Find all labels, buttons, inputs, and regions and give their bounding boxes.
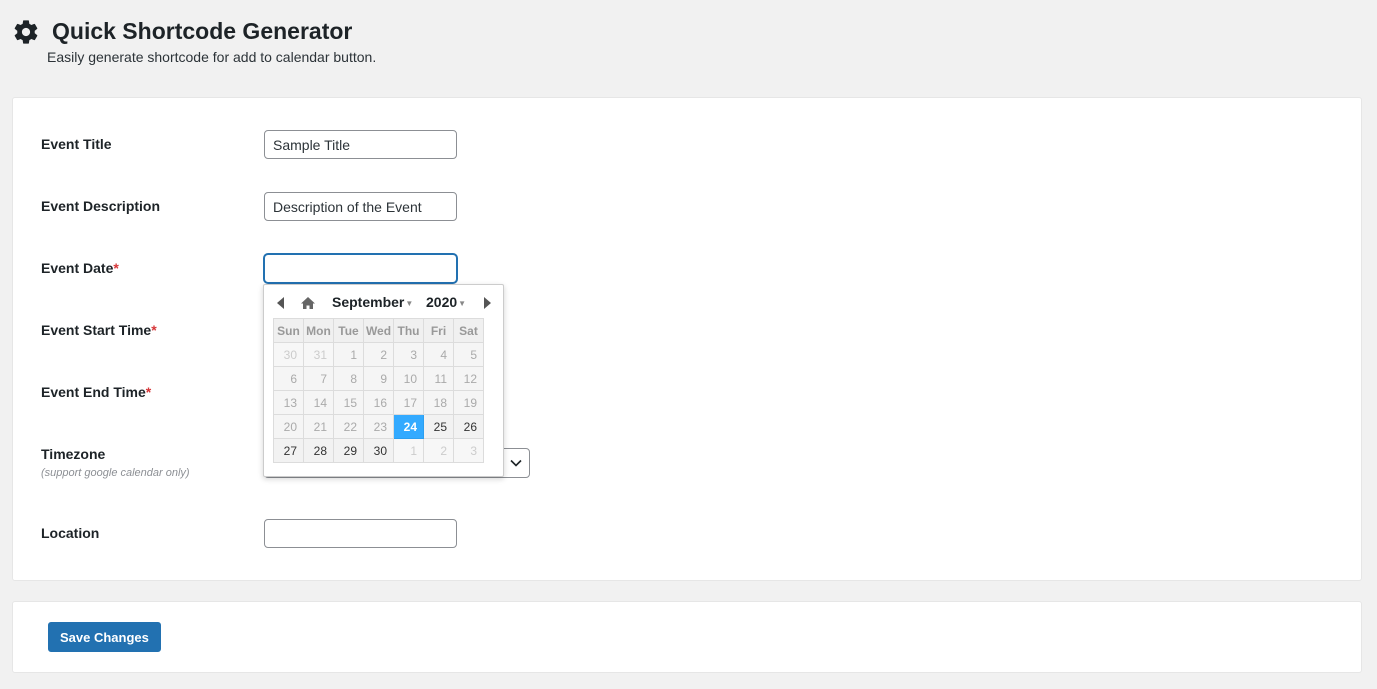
shortcode-form-card: Event Title Event Description Event Date… <box>12 97 1362 581</box>
event-end-time-label: Event End Time* <box>41 384 151 400</box>
calendar-day: 8 <box>333 366 364 391</box>
weekday-header: Wed <box>363 318 394 343</box>
page-title: Quick Shortcode Generator <box>52 18 353 44</box>
calendar-day: 20 <box>273 414 304 439</box>
event-description-input[interactable] <box>264 192 457 221</box>
calendar-day: 23 <box>363 414 394 439</box>
calendar-week-row: 6 7 8 9 10 11 12 <box>273 366 484 391</box>
calendar-day: 3 <box>453 438 484 463</box>
calendar-day[interactable]: 29 <box>333 438 364 463</box>
calendar-day: 16 <box>363 390 394 415</box>
page-subtitle: Easily generate shortcode for add to cal… <box>47 49 377 65</box>
calendar-days: 30 31 1 2 3 4 5 6 7 8 9 10 11 12 13 14 15 16 17 18 19 20 21 22 2… <box>273 342 484 463</box>
calendar-day: 2 <box>423 438 454 463</box>
caret-down-icon: ▼ <box>405 298 414 308</box>
save-card: Save Changes <box>12 601 1362 673</box>
weekday-header: Sat <box>453 318 484 343</box>
year-select[interactable]: 2020▼ <box>426 294 466 310</box>
weekday-header-row: Sun Mon Tue Wed Thu Fri Sat <box>273 318 484 343</box>
weekday-header: Thu <box>393 318 424 343</box>
calendar-week-row: 20 21 22 23 24 25 26 <box>273 414 484 439</box>
calendar-day: 12 <box>453 366 484 391</box>
weekday-header: Fri <box>423 318 454 343</box>
calendar-day: 17 <box>393 390 424 415</box>
gear-icon <box>14 20 38 44</box>
event-start-time-label: Event Start Time* <box>41 322 157 338</box>
calendar-week-row: 13 14 15 16 17 18 19 <box>273 390 484 415</box>
caret-down-icon: ▼ <box>458 298 467 308</box>
location-label: Location <box>41 525 100 541</box>
calendar-day[interactable]: 26 <box>453 414 484 439</box>
event-description-label: Event Description <box>41 198 161 214</box>
calendar-day[interactable]: 25 <box>423 414 454 439</box>
event-title-label: Event Title <box>41 136 112 152</box>
calendar-day: 18 <box>423 390 454 415</box>
calendar-day: 4 <box>423 342 454 367</box>
event-date-input[interactable] <box>264 254 457 283</box>
timezone-hint: (support google calendar only) <box>41 467 190 479</box>
event-title-input[interactable] <box>264 130 457 159</box>
prev-month-icon[interactable] <box>274 295 288 311</box>
calendar-day: 15 <box>333 390 364 415</box>
calendar-day: 9 <box>363 366 394 391</box>
year-label: 2020 <box>426 294 458 310</box>
calendar-day: 5 <box>453 342 484 367</box>
weekday-header: Sun <box>273 318 304 343</box>
required-mark: * <box>113 260 119 276</box>
calendar-day[interactable]: 28 <box>303 438 334 463</box>
datepicker-popup: September▼ 2020▼ Sun Mon Tue Wed Thu Fri… <box>263 284 504 477</box>
calendar-grid: Sun Mon Tue Wed Thu Fri Sat 30 31 1 2 3 4 5 6 7 8… <box>273 318 484 463</box>
calendar-day: 30 <box>273 342 304 367</box>
home-icon[interactable] <box>300 295 316 311</box>
calendar-day: 21 <box>303 414 334 439</box>
month-label: September <box>332 294 405 310</box>
event-end-time-label-text: Event End Time <box>41 384 146 400</box>
calendar-week-row: 30 31 1 2 3 4 5 <box>273 342 484 367</box>
required-mark: * <box>145 384 152 400</box>
event-start-time-label-text: Event Start Time <box>41 322 152 338</box>
location-input[interactable] <box>264 519 457 548</box>
calendar-day: 11 <box>423 366 454 391</box>
calendar-day: 14 <box>303 390 334 415</box>
calendar-week-row: 27 28 29 30 1 2 3 <box>273 438 484 463</box>
weekday-header: Mon <box>303 318 334 343</box>
calendar-day: 1 <box>333 342 364 367</box>
calendar-day: 2 <box>363 342 394 367</box>
calendar-day: 31 <box>303 342 334 367</box>
chevron-down-icon <box>510 459 522 467</box>
calendar-day: 7 <box>303 366 334 391</box>
event-date-label: Event Date* <box>41 260 119 276</box>
calendar-day: 1 <box>393 438 424 463</box>
calendar-day[interactable]: 27 <box>273 438 304 463</box>
calendar-day: 10 <box>393 366 424 391</box>
required-mark: * <box>151 322 157 338</box>
timezone-label: Timezone <box>41 446 106 462</box>
calendar-day: 3 <box>393 342 424 367</box>
calendar-day[interactable]: 30 <box>363 438 394 463</box>
calendar-day: 6 <box>273 366 304 391</box>
weekday-header: Tue <box>333 318 364 343</box>
calendar-day: 22 <box>333 414 364 439</box>
calendar-day: 19 <box>453 390 484 415</box>
save-changes-button[interactable]: Save Changes <box>48 622 161 652</box>
month-select[interactable]: September▼ <box>332 294 413 310</box>
next-month-icon[interactable] <box>480 295 494 311</box>
event-date-label-text: Event Date <box>41 260 114 276</box>
calendar-day: 13 <box>273 390 304 415</box>
calendar-day-selected[interactable]: 24 <box>393 414 424 439</box>
